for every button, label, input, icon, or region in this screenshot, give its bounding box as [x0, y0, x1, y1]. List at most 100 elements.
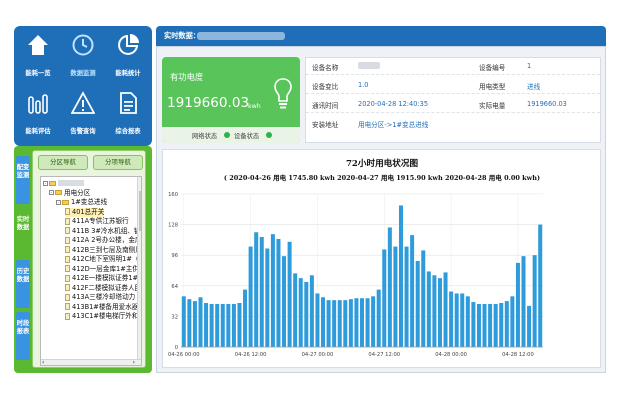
side-tab-realtime-data[interactable]: 实时数据	[16, 208, 30, 256]
chart-bar[interactable]	[404, 246, 409, 347]
chart-bar[interactable]	[315, 293, 320, 347]
chart-bar[interactable]	[521, 256, 526, 347]
tree-leaf[interactable]: 413C1#楼电梯厅外和走	[65, 312, 141, 322]
tree-node-zone[interactable]: - 用电分区	[49, 189, 90, 199]
chart-bar[interactable]	[287, 241, 292, 347]
chart-bar[interactable]	[415, 260, 420, 347]
chart-bar[interactable]	[282, 256, 287, 347]
chart-bar[interactable]	[343, 300, 348, 347]
chart-bar[interactable]	[488, 303, 493, 347]
chart-bar[interactable]	[309, 275, 314, 347]
tree-leaf[interactable]: 413A三楼冷却塔动力	[65, 293, 135, 303]
chart-bar[interactable]	[243, 289, 248, 347]
chart-bar[interactable]	[504, 301, 509, 347]
tree-leaf[interactable]: 412E一楼模拟证券1#主	[65, 274, 141, 284]
chart-bar[interactable]	[532, 255, 537, 347]
chart-bar[interactable]	[538, 224, 543, 347]
side-tab-transformer-monitor[interactable]: 配变监测	[16, 156, 30, 204]
chart-bar[interactable]	[426, 271, 431, 347]
chart-bar[interactable]	[259, 237, 264, 347]
chart-bar[interactable]	[376, 289, 381, 347]
menu-data-monitor[interactable]: 数据监测	[60, 28, 106, 84]
chart-bar[interactable]	[181, 296, 186, 347]
chart-bar[interactable]	[510, 296, 515, 347]
chart-bar[interactable]	[226, 303, 231, 347]
chart-bar[interactable]	[276, 238, 281, 347]
tree-horizontal-scrollbar[interactable]: ‹ ›	[41, 359, 141, 366]
chart-bar[interactable]	[348, 299, 353, 347]
chart-bar[interactable]	[209, 303, 214, 347]
chart-bar[interactable]	[265, 248, 270, 347]
collapse-icon[interactable]: -	[49, 190, 54, 195]
chart-bar[interactable]	[326, 300, 331, 347]
menu-energy-overview[interactable]: 能耗一览	[15, 28, 61, 84]
chart-bar[interactable]	[298, 278, 303, 347]
scroll-thumb[interactable]	[139, 191, 141, 231]
collapse-icon[interactable]: -	[43, 180, 48, 186]
chart-bar[interactable]	[443, 272, 448, 347]
chart-bar[interactable]	[231, 303, 236, 347]
chart-bar[interactable]	[387, 227, 392, 347]
chart-bar[interactable]	[198, 297, 203, 347]
chart-bar[interactable]	[410, 235, 415, 347]
chart-bar[interactable]	[365, 298, 370, 347]
tree-root[interactable]: -	[43, 179, 84, 189]
chart-bar[interactable]	[237, 303, 242, 347]
chart-bar[interactable]	[270, 234, 275, 347]
chart-bar[interactable]	[432, 275, 437, 347]
scroll-right-icon[interactable]: ›	[133, 360, 135, 366]
chart-bar[interactable]	[321, 297, 326, 347]
chart-bar[interactable]	[187, 299, 192, 347]
chart-bar[interactable]	[354, 298, 359, 347]
collapse-icon[interactable]: -	[56, 199, 61, 205]
tree-leaf[interactable]: 411A专供江苏银行	[65, 217, 129, 227]
zone-nav-button[interactable]: 分区导航	[38, 155, 88, 170]
chart-bar[interactable]	[204, 303, 209, 347]
chart-bar[interactable]	[499, 303, 504, 347]
chart-bar[interactable]	[215, 303, 220, 347]
tree-leaf[interactable]: 412F二楼模拟证券人民	[65, 284, 141, 294]
side-tab-history-data[interactable]: 历史数据	[16, 260, 30, 308]
chart-bar[interactable]	[465, 296, 470, 347]
tree-leaf[interactable]: 413B1#楼备用爱水器	[65, 303, 138, 313]
chart-bar[interactable]	[382, 249, 387, 347]
chart-bar[interactable]	[254, 232, 259, 347]
tree-leaf-selected[interactable]: 401总开关	[65, 207, 105, 217]
chart-bar[interactable]	[493, 303, 498, 347]
chart-bar[interactable]	[527, 305, 532, 347]
chart-bar[interactable]	[482, 303, 487, 347]
tree-vertical-scrollbar[interactable]	[137, 177, 141, 359]
chart-bar[interactable]	[398, 205, 403, 347]
chart-bar[interactable]	[371, 296, 376, 347]
side-tab-period-report[interactable]: 时段报表	[16, 312, 30, 360]
chart-bar[interactable]	[454, 293, 459, 347]
menu-energy-eval[interactable]: 能耗评估	[15, 86, 61, 142]
tree-leaf[interactable]: 412A 2号办公楼，金库	[65, 236, 141, 246]
chart-bar[interactable]	[460, 293, 465, 347]
tree-leaf[interactable]: 411B 3#冷水机组、锅炉	[65, 227, 141, 237]
chart-bar[interactable]	[437, 278, 442, 347]
chart-bar[interactable]	[192, 301, 197, 347]
chart-bar[interactable]	[332, 300, 337, 347]
chart-bar[interactable]	[449, 291, 454, 347]
menu-alarm-query[interactable]: 告警查询	[60, 86, 106, 142]
tree-leaf[interactable]: 412B三到七层及南侧风	[65, 246, 141, 256]
menu-energy-stats[interactable]: 能耗统计	[105, 28, 151, 84]
tree-node-main-line[interactable]: - 1#变总进线	[56, 198, 107, 208]
chart-bar[interactable]	[421, 250, 426, 347]
tree-leaf[interactable]: 412D一层金库1#主供	[65, 265, 139, 275]
chart-bar[interactable]	[304, 281, 309, 347]
chart-bar[interactable]	[359, 298, 365, 347]
chart-bar[interactable]	[476, 303, 481, 347]
chart-bar[interactable]	[471, 302, 476, 347]
item-nav-button[interactable]: 分项导航	[93, 155, 143, 170]
chart-bar[interactable]	[515, 262, 520, 347]
chart-bar[interactable]	[293, 273, 298, 347]
chart-bar[interactable]	[220, 303, 225, 347]
scroll-left-icon[interactable]: ‹	[42, 360, 44, 366]
chart-bar[interactable]	[248, 246, 253, 347]
chart-bar[interactable]	[337, 300, 342, 347]
chart-bar[interactable]	[393, 246, 398, 347]
tree-leaf[interactable]: 412C地下室照明1#（	[65, 255, 138, 265]
menu-report[interactable]: 综合报表	[105, 86, 151, 142]
